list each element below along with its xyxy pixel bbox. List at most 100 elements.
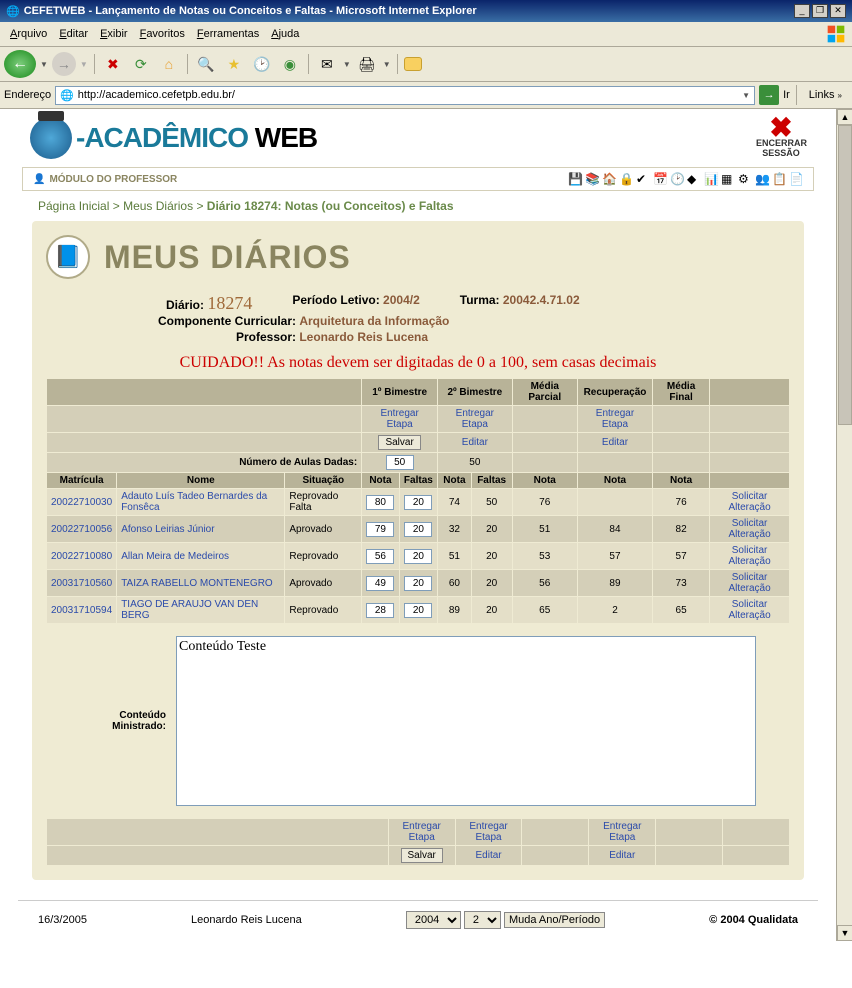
module-icon-13[interactable]: 📋 [772,172,786,186]
module-icon-3[interactable]: 🏠 [602,172,616,186]
nome-link[interactable]: TAIZA RABELLO MONTENEGRO [121,578,273,589]
mail-button[interactable]: ✉ [315,52,339,76]
minimize-button[interactable]: _ [794,4,810,18]
forward-dropdown-icon[interactable]: ▼ [80,60,88,69]
editar-b2[interactable]: Editar [462,437,488,448]
address-dropdown-icon[interactable]: ▼ [742,91,750,100]
semester-select[interactable]: 2 [464,911,501,929]
back-dropdown-icon[interactable]: ▼ [40,60,48,69]
change-period-button[interactable] [504,912,605,928]
matricula-link[interactable]: 20022710080 [51,551,112,562]
stop-button[interactable]: ✖ [101,52,125,76]
col-header-9: Nota [653,473,710,489]
favorites-button[interactable]: ★ [222,52,246,76]
entregar-rec[interactable]: Entregar Etapa [596,408,634,430]
forward-button[interactable]: → [52,52,76,76]
entregar-b1[interactable]: Entregar Etapa [380,408,418,430]
scroll-up-button[interactable]: ▲ [837,109,852,125]
module-icon-11[interactable]: ⚙ [738,172,752,186]
print-button[interactable]: 🖨 [355,52,379,76]
media-button[interactable]: ◉ [278,52,302,76]
search-button[interactable]: 🔍 [194,52,218,76]
module-icon-10[interactable]: ▦ [721,172,735,186]
editar-b2-bottom[interactable]: Editar [475,850,501,861]
refresh-button[interactable]: ⟳ [129,52,153,76]
salvar-b1-button[interactable] [378,435,420,450]
nome-link[interactable]: Adauto Luís Tadeo Bernardes da Fonsêca [121,491,267,513]
salvar-b1-bottom-button[interactable] [401,848,443,863]
module-icon-9[interactable]: 📊 [704,172,718,186]
year-select[interactable]: 2004 [406,911,461,929]
col-recup: Recuperação [577,379,652,406]
close-button[interactable]: ✕ [830,4,846,18]
module-icon-1[interactable]: 💾 [568,172,582,186]
module-icon-2[interactable]: 📚 [585,172,599,186]
matricula-link[interactable]: 20031710594 [51,605,112,616]
nota-b1-input[interactable] [366,549,394,564]
solicitar-link[interactable]: Solicitar Alteração [728,545,770,567]
logout-button[interactable]: ✖ ENCERRAR SESSÃO [756,118,806,158]
nota-b1-input[interactable] [366,576,394,591]
module-icon-12[interactable]: 👥 [755,172,769,186]
entregar-rec-bottom[interactable]: Entregar Etapa [603,821,641,843]
module-icon-14[interactable]: 📄 [789,172,803,186]
solicitar-link[interactable]: Solicitar Alteração [728,572,770,594]
solicitar-link[interactable]: Solicitar Alteração [728,599,770,621]
faltas-b1-input[interactable] [404,576,432,591]
faltas-b1-input[interactable] [404,522,432,537]
nome-link[interactable]: Allan Meira de Medeiros [121,551,229,562]
menu-ajuda[interactable]: Ajuda [265,26,305,42]
faltas-b2: 50 [471,489,512,516]
aulas-b1-input[interactable] [386,455,414,470]
editar-rec-bottom[interactable]: Editar [609,850,635,861]
menu-exibir[interactable]: Exibir [94,26,134,42]
conteudo-textarea[interactable]: Conteúdo Teste [176,636,756,806]
entregar-b2[interactable]: Entregar Etapa [456,408,494,430]
solicitar-link[interactable]: Solicitar Alteração [728,491,770,513]
address-input[interactable]: 🌐 http://academico.cefetpb.edu.br/ ▼ [55,86,755,105]
solicitar-link[interactable]: Solicitar Alteração [728,518,770,540]
history-button[interactable]: 🕑 [250,52,274,76]
nome-link[interactable]: Afonso Leirias Júnior [121,524,214,535]
maximize-button[interactable]: ❐ [812,4,828,18]
matricula-link[interactable]: 20022710030 [51,497,112,508]
matricula-link[interactable]: 20031710560 [51,578,112,589]
nota-b1-input[interactable] [366,522,394,537]
module-icon-8[interactable]: ◆ [687,172,701,186]
nome-link[interactable]: TIAGO DE ARAUJO VAN DEN BERG [121,599,258,621]
scroll-down-button[interactable]: ▼ [837,925,852,941]
module-icon-5[interactable]: ✔ [636,172,650,186]
faltas-b1-input[interactable] [404,603,432,618]
breadcrumb-diarios[interactable]: Meus Diários [123,199,193,213]
scroll-thumb[interactable] [838,125,852,425]
entregar-b2-bottom[interactable]: Entregar Etapa [469,821,507,843]
page-content: -ACADÊMICO WEB ✖ ENCERRAR SESSÃO 👤 MÓDUL… [0,109,836,941]
nota-b1-input[interactable] [366,603,394,618]
links-button[interactable]: Links » [803,87,848,103]
logo-text-1: -ACADÊMICO [76,122,255,153]
nota-b1-input[interactable] [366,495,394,510]
go-button[interactable]: → [759,85,779,105]
menu-editar[interactable]: Editar [53,26,94,42]
menu-favoritos[interactable]: Favoritos [134,26,191,42]
menu-arquivo[interactable]: Arquivo [4,26,53,42]
breadcrumb-home[interactable]: Página Inicial [38,199,109,213]
mail-dropdown-icon[interactable]: ▼ [343,60,351,69]
editar-rec[interactable]: Editar [602,437,628,448]
media-parcial: 51 [512,516,577,543]
module-icon-7[interactable]: 🕑 [670,172,684,186]
back-button[interactable]: ← [4,50,36,78]
faltas-b1-input[interactable] [404,495,432,510]
print-dropdown-icon[interactable]: ▼ [383,60,391,69]
matricula-link[interactable]: 20022710056 [51,524,112,535]
faltas-b1-input[interactable] [404,549,432,564]
home-button[interactable]: ⌂ [157,52,181,76]
module-icon-6[interactable]: 📅 [653,172,667,186]
media-final: 73 [653,570,710,597]
module-icon-4[interactable]: 🔒 [619,172,633,186]
vertical-scrollbar[interactable]: ▲ ▼ [836,109,852,941]
menu-ferramentas[interactable]: Ferramentas [191,26,265,42]
folder-button[interactable] [404,57,422,71]
entregar-b1-bottom[interactable]: Entregar Etapa [403,821,441,843]
site-logo[interactable]: -ACADÊMICO WEB [30,117,317,159]
